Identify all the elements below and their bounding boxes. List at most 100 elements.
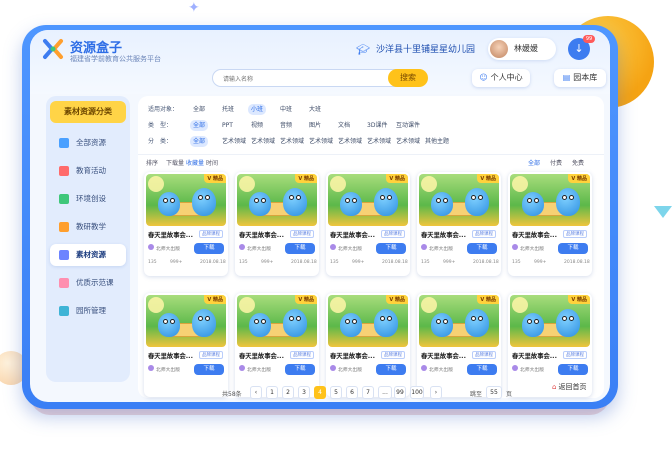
filter-chip[interactable]: 大班: [306, 104, 324, 115]
eye-shape: [261, 198, 266, 203]
sort-option[interactable]: 收藏量: [186, 158, 204, 167]
card-tag: 品牌课程: [199, 351, 223, 359]
resource-card[interactable]: V 精品 春天里故事会... 品牌课程 北师大出版 下载: [326, 293, 410, 397]
filter-chip[interactable]: 艺术领域: [393, 136, 423, 147]
page-button[interactable]: 7: [362, 386, 374, 399]
like-count: 999+: [170, 260, 183, 265]
filter-chip[interactable]: 视频: [248, 120, 266, 131]
personal-center-button[interactable]: ☺ 个人中心: [472, 69, 530, 87]
sort-option[interactable]: 下载量: [166, 158, 184, 167]
filter-chip[interactable]: 互动课件: [393, 120, 423, 131]
eye-shape: [345, 198, 350, 203]
filter-chip[interactable]: 全部: [190, 120, 209, 131]
sort-option[interactable]: 时间: [206, 158, 218, 167]
sidebar-item[interactable]: 优质示范课: [50, 272, 126, 294]
resource-card[interactable]: V 精品 春天里故事会... 品牌课程 北师大出版 下载: [144, 293, 228, 397]
blue-bird-character: [522, 192, 544, 216]
page-button[interactable]: 1: [266, 386, 278, 399]
blue-bird-character: [556, 188, 580, 216]
download-button[interactable]: 下载: [194, 243, 224, 254]
price-filter-option[interactable]: 免费: [572, 158, 584, 167]
price-filter-option[interactable]: 全部: [528, 158, 540, 167]
page-button[interactable]: 2: [282, 386, 294, 399]
card-author: 北师大出版: [429, 368, 453, 373]
download-button[interactable]: 下载: [376, 364, 406, 375]
jump-unit: 页: [506, 391, 513, 398]
colorful-x-logo-icon[interactable]: [42, 38, 64, 60]
resource-card[interactable]: V 精品 春天里故事会... 品牌课程 北师大出版 下载 135 999+ 2018.08.1…: [326, 172, 410, 276]
price-filter-option[interactable]: 付费: [550, 158, 562, 167]
sidebar: 素材资源分类 全部资源 教育活动 环境创设 教研教学 素材资源 优质示范课 园所管理: [46, 96, 130, 382]
sidebar-item[interactable]: 教研教学: [50, 216, 126, 238]
download-button[interactable]: 下载: [194, 364, 224, 375]
filter-chip[interactable]: 艺术领域: [364, 136, 394, 147]
resource-thumbnail: V 精品: [510, 174, 590, 226]
search-input[interactable]: [223, 73, 363, 85]
page-button[interactable]: 3: [298, 386, 310, 399]
resource-card[interactable]: V 精品 春天里故事会... 品牌课程 北师大出版 下载: [417, 293, 501, 397]
sidebar-item[interactable]: 环境创设: [50, 188, 126, 210]
next-page-button[interactable]: ›: [430, 386, 442, 399]
publish-date: 2018.08.18: [473, 260, 499, 265]
publish-date: 2018.08.18: [382, 260, 408, 265]
sidebar-item-label: 优质示范课: [76, 278, 114, 287]
resource-card[interactable]: V 精品 春天里故事会... 品牌课程 北师大出版 下载 135 999+ 2018.08.1…: [235, 172, 319, 276]
page-button[interactable]: 5: [330, 386, 342, 399]
library-button[interactable]: ▤ 园本库: [554, 69, 606, 87]
download-button[interactable]: 下载: [558, 243, 588, 254]
prev-page-button[interactable]: ‹: [250, 386, 262, 399]
resource-card[interactable]: V 精品 春天里故事会... 品牌课程 北师大出版 下载: [235, 293, 319, 397]
resource-card[interactable]: V 精品 春天里故事会... 品牌课程 北师大出版 下载 135 999+ 2018.08.1…: [417, 172, 501, 276]
filter-chip[interactable]: 图片: [306, 120, 324, 131]
filter-chip[interactable]: 中班: [277, 104, 295, 115]
filter-chip[interactable]: 小班: [248, 104, 267, 115]
page-button[interactable]: 4: [314, 386, 326, 399]
page-button[interactable]: 100: [410, 386, 424, 399]
download-button[interactable]: 下载: [285, 364, 315, 375]
blue-bird-character: [465, 309, 489, 337]
school-name[interactable]: 沙洋县十里铺星星幼儿园: [376, 42, 475, 55]
search-button[interactable]: 搜索: [388, 69, 428, 87]
back-home-button[interactable]: ⌂ 返回首页: [552, 382, 586, 392]
filter-chip[interactable]: 音频: [277, 120, 295, 131]
filter-chip[interactable]: 其他主题: [422, 136, 452, 147]
sidebar-item[interactable]: 教育活动: [50, 160, 126, 182]
card-title: 春天里故事会...: [421, 353, 466, 360]
sidebar-item[interactable]: 园所管理: [50, 300, 126, 322]
sort-option[interactable]: 排序: [146, 158, 158, 167]
filter-chip[interactable]: 艺术领域: [248, 136, 278, 147]
like-count: 999+: [443, 260, 456, 265]
filter-chip[interactable]: 3D课件: [364, 120, 390, 131]
filter-chip[interactable]: PPT: [219, 120, 236, 131]
pagination-total: 共58条: [222, 391, 242, 398]
filter-chip[interactable]: 托班: [219, 104, 237, 115]
sort-bar: 排序 下载量 收藏量 时间 全部 付费 免费: [138, 154, 604, 168]
category-icon: [59, 222, 69, 232]
category-icon: [59, 194, 69, 204]
eye-shape: [380, 195, 385, 200]
page-button[interactable]: ...: [378, 386, 392, 399]
app-screen: 资源盒子 福建省学前教育公共服务平台 🎓︎ 沙洋县十里铺星星幼儿园 林媛媛 ↓ …: [30, 30, 610, 402]
resource-card[interactable]: V 精品 春天里故事会... 品牌课程 北师大出版 下载 135 999+ 2018.08.1…: [508, 172, 592, 276]
eye-shape: [478, 316, 483, 321]
filter-chip[interactable]: 艺术领域: [335, 136, 365, 147]
filter-chip[interactable]: 文档: [335, 120, 353, 131]
filter-chip[interactable]: 全部: [190, 104, 208, 115]
publisher-icon: [239, 365, 245, 371]
download-button[interactable]: 下载: [558, 364, 588, 375]
page-button[interactable]: 99: [394, 386, 406, 399]
jump-input[interactable]: 55: [486, 386, 502, 399]
download-button[interactable]: 下载: [285, 243, 315, 254]
resource-card[interactable]: V 精品 春天里故事会... 品牌课程 北师大出版 下载 135 999+ 2018.08.1…: [144, 172, 228, 276]
sidebar-item[interactable]: 素材资源: [50, 244, 126, 266]
filter-chip[interactable]: 艺术领域: [277, 136, 307, 147]
filter-chip[interactable]: 艺术领域: [306, 136, 336, 147]
filter-chip[interactable]: 艺术领域: [219, 136, 249, 147]
page-button[interactable]: 6: [346, 386, 358, 399]
filter-chip[interactable]: 全部: [190, 136, 209, 147]
sidebar-item[interactable]: 全部资源: [50, 132, 126, 154]
download-button[interactable]: 下载: [467, 364, 497, 375]
download-button[interactable]: 下载: [376, 243, 406, 254]
user-menu[interactable]: 林媛媛: [488, 38, 556, 60]
download-button[interactable]: 下载: [467, 243, 497, 254]
